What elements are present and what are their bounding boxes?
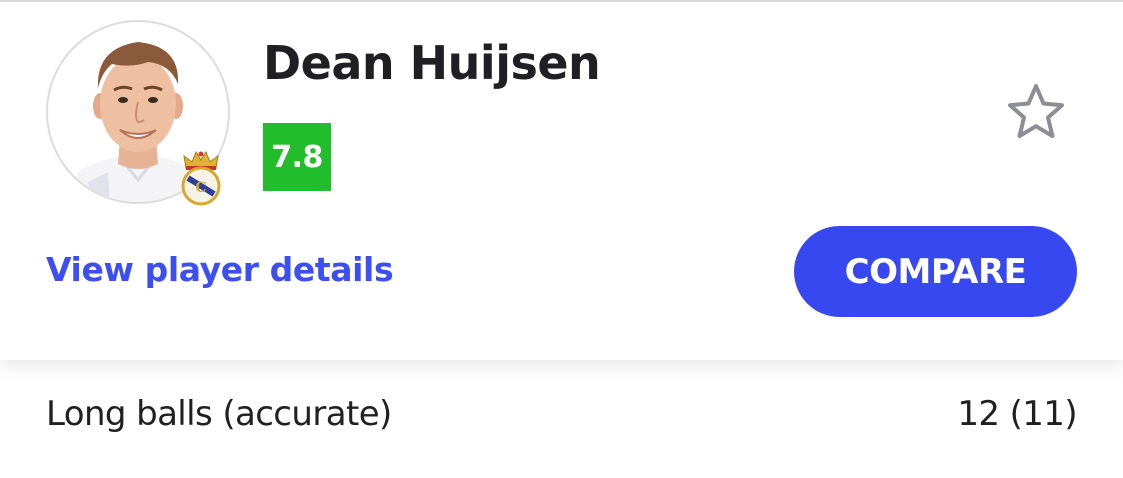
divider xyxy=(0,0,1123,2)
svg-text:C: C xyxy=(195,180,206,196)
compare-button[interactable]: COMPARE xyxy=(794,226,1077,317)
stat-label: Long balls (accurate) xyxy=(46,394,392,434)
club-crest-icon: C xyxy=(178,146,224,206)
view-player-details-link[interactable]: View player details xyxy=(46,250,394,289)
stat-value: 12 (11) xyxy=(957,394,1077,434)
rating-badge: 7.8 xyxy=(263,123,331,191)
player-name: Dean Huijsen xyxy=(263,36,601,90)
star-outline-icon[interactable] xyxy=(1004,82,1068,142)
player-card: C Dean Huijsen 7.8 View player details C… xyxy=(0,0,1123,360)
player-avatar[interactable]: C xyxy=(46,20,230,206)
stat-row: Long balls (accurate) 12 (11) xyxy=(0,360,1123,478)
